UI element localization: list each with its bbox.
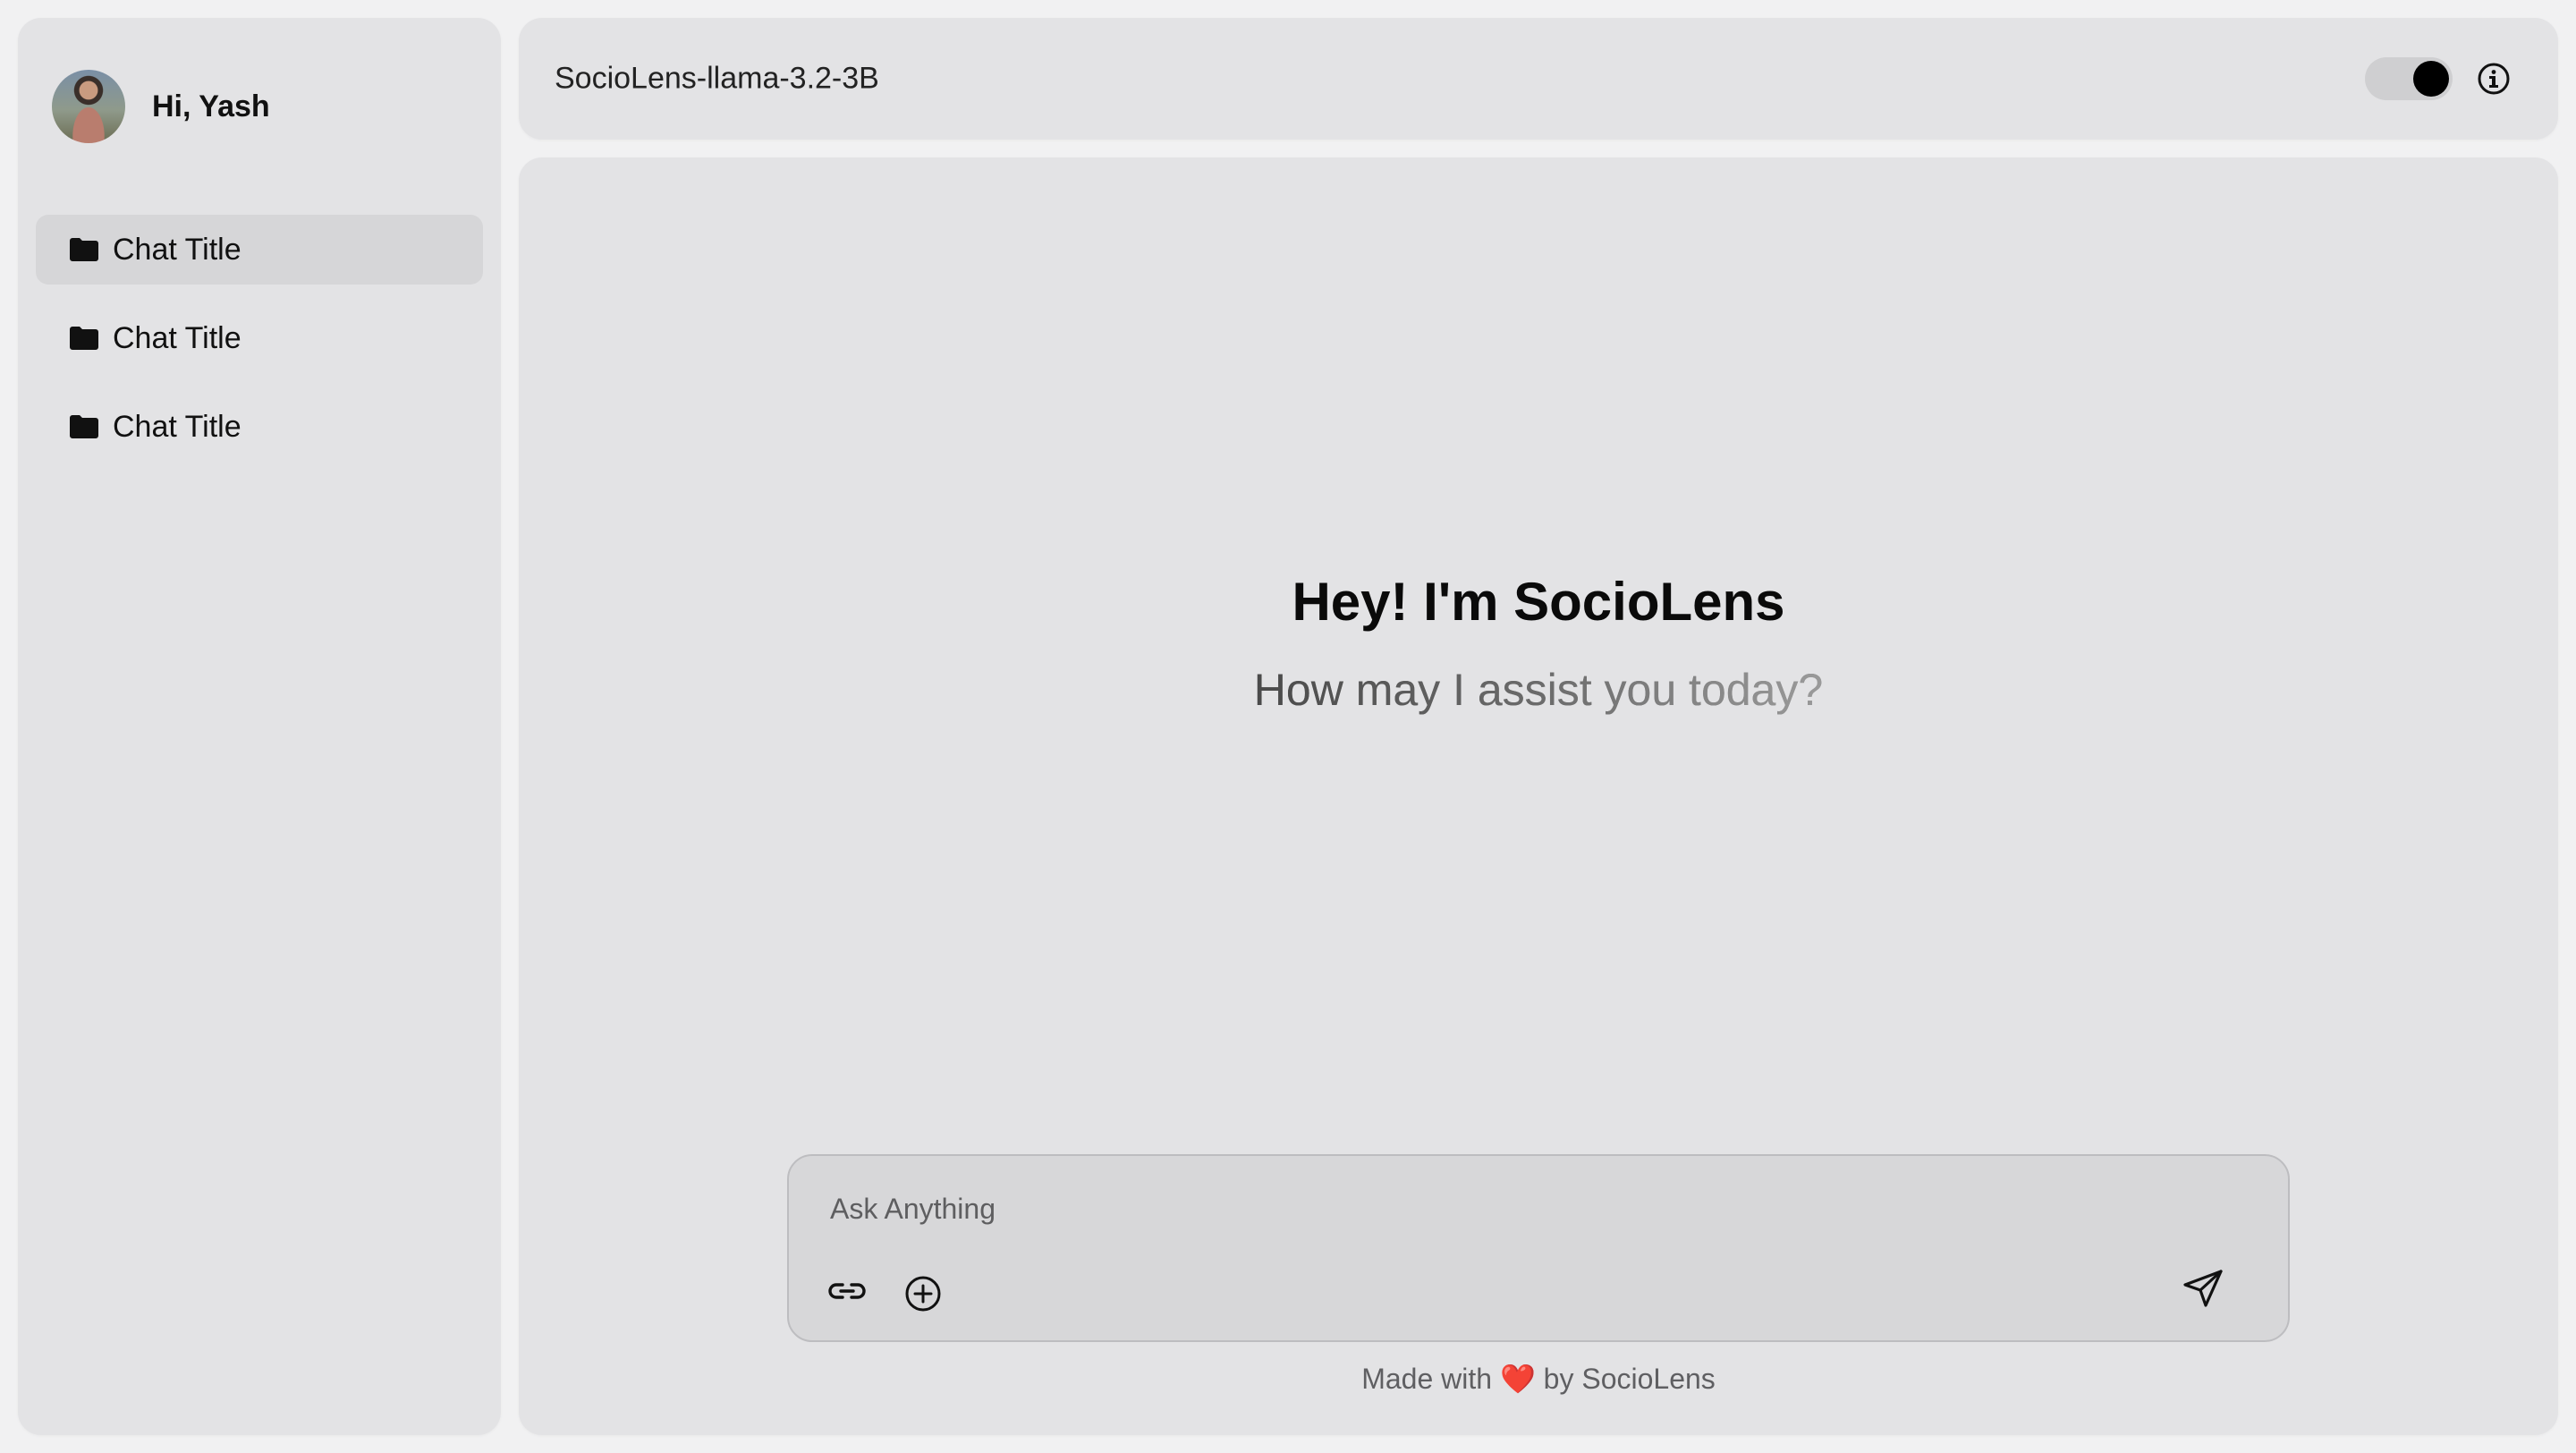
top-bar: SocioLens-llama-3.2-3B (519, 18, 2558, 140)
chat-list: Chat Title Chat Title Chat Title (36, 215, 483, 480)
message-input[interactable] (828, 1183, 2227, 1235)
footer-prefix: Made with (1361, 1363, 1493, 1395)
model-name[interactable]: SocioLens-llama-3.2-3B (555, 62, 879, 97)
link-icon[interactable] (826, 1270, 868, 1312)
avatar[interactable] (52, 70, 125, 143)
user-greeting: Hi, Yash (152, 89, 270, 123)
footer-credit: Made with ❤️ by SocioLens (519, 1362, 2558, 1396)
send-icon[interactable] (2181, 1267, 2225, 1312)
chat-item[interactable]: Chat Title (36, 392, 483, 462)
message-composer (787, 1154, 2290, 1342)
folder-icon (70, 238, 98, 261)
chat-item[interactable]: Chat Title (36, 303, 483, 373)
hero-subtitle-text: How may I assist you today? (1253, 665, 1824, 715)
toggle-knob (2413, 61, 2449, 97)
folder-icon (70, 327, 98, 350)
chat-item-label: Chat Title (113, 320, 242, 355)
chat-item[interactable]: Chat Title (36, 215, 483, 285)
chat-item-label: Chat Title (113, 409, 242, 444)
info-icon[interactable] (2476, 61, 2512, 97)
hero-title: Hey! I'm SocioLens (1292, 572, 1785, 632)
chat-item-label: Chat Title (113, 232, 242, 267)
chat-area: Hey! I'm SocioLens How may I assist you … (519, 157, 2558, 1435)
hero-subtitle: How may I assist you today? (519, 664, 2558, 716)
footer-suffix: by SocioLens (1543, 1363, 1716, 1395)
folder-icon (70, 415, 98, 438)
sidebar: Hi, Yash Chat Title Chat Title Chat Titl… (18, 18, 501, 1435)
theme-toggle[interactable] (2365, 57, 2453, 100)
user-profile[interactable]: Hi, Yash (52, 70, 270, 143)
heart-icon: ❤️ (1499, 1363, 1536, 1395)
plus-circle-icon[interactable] (903, 1274, 943, 1313)
